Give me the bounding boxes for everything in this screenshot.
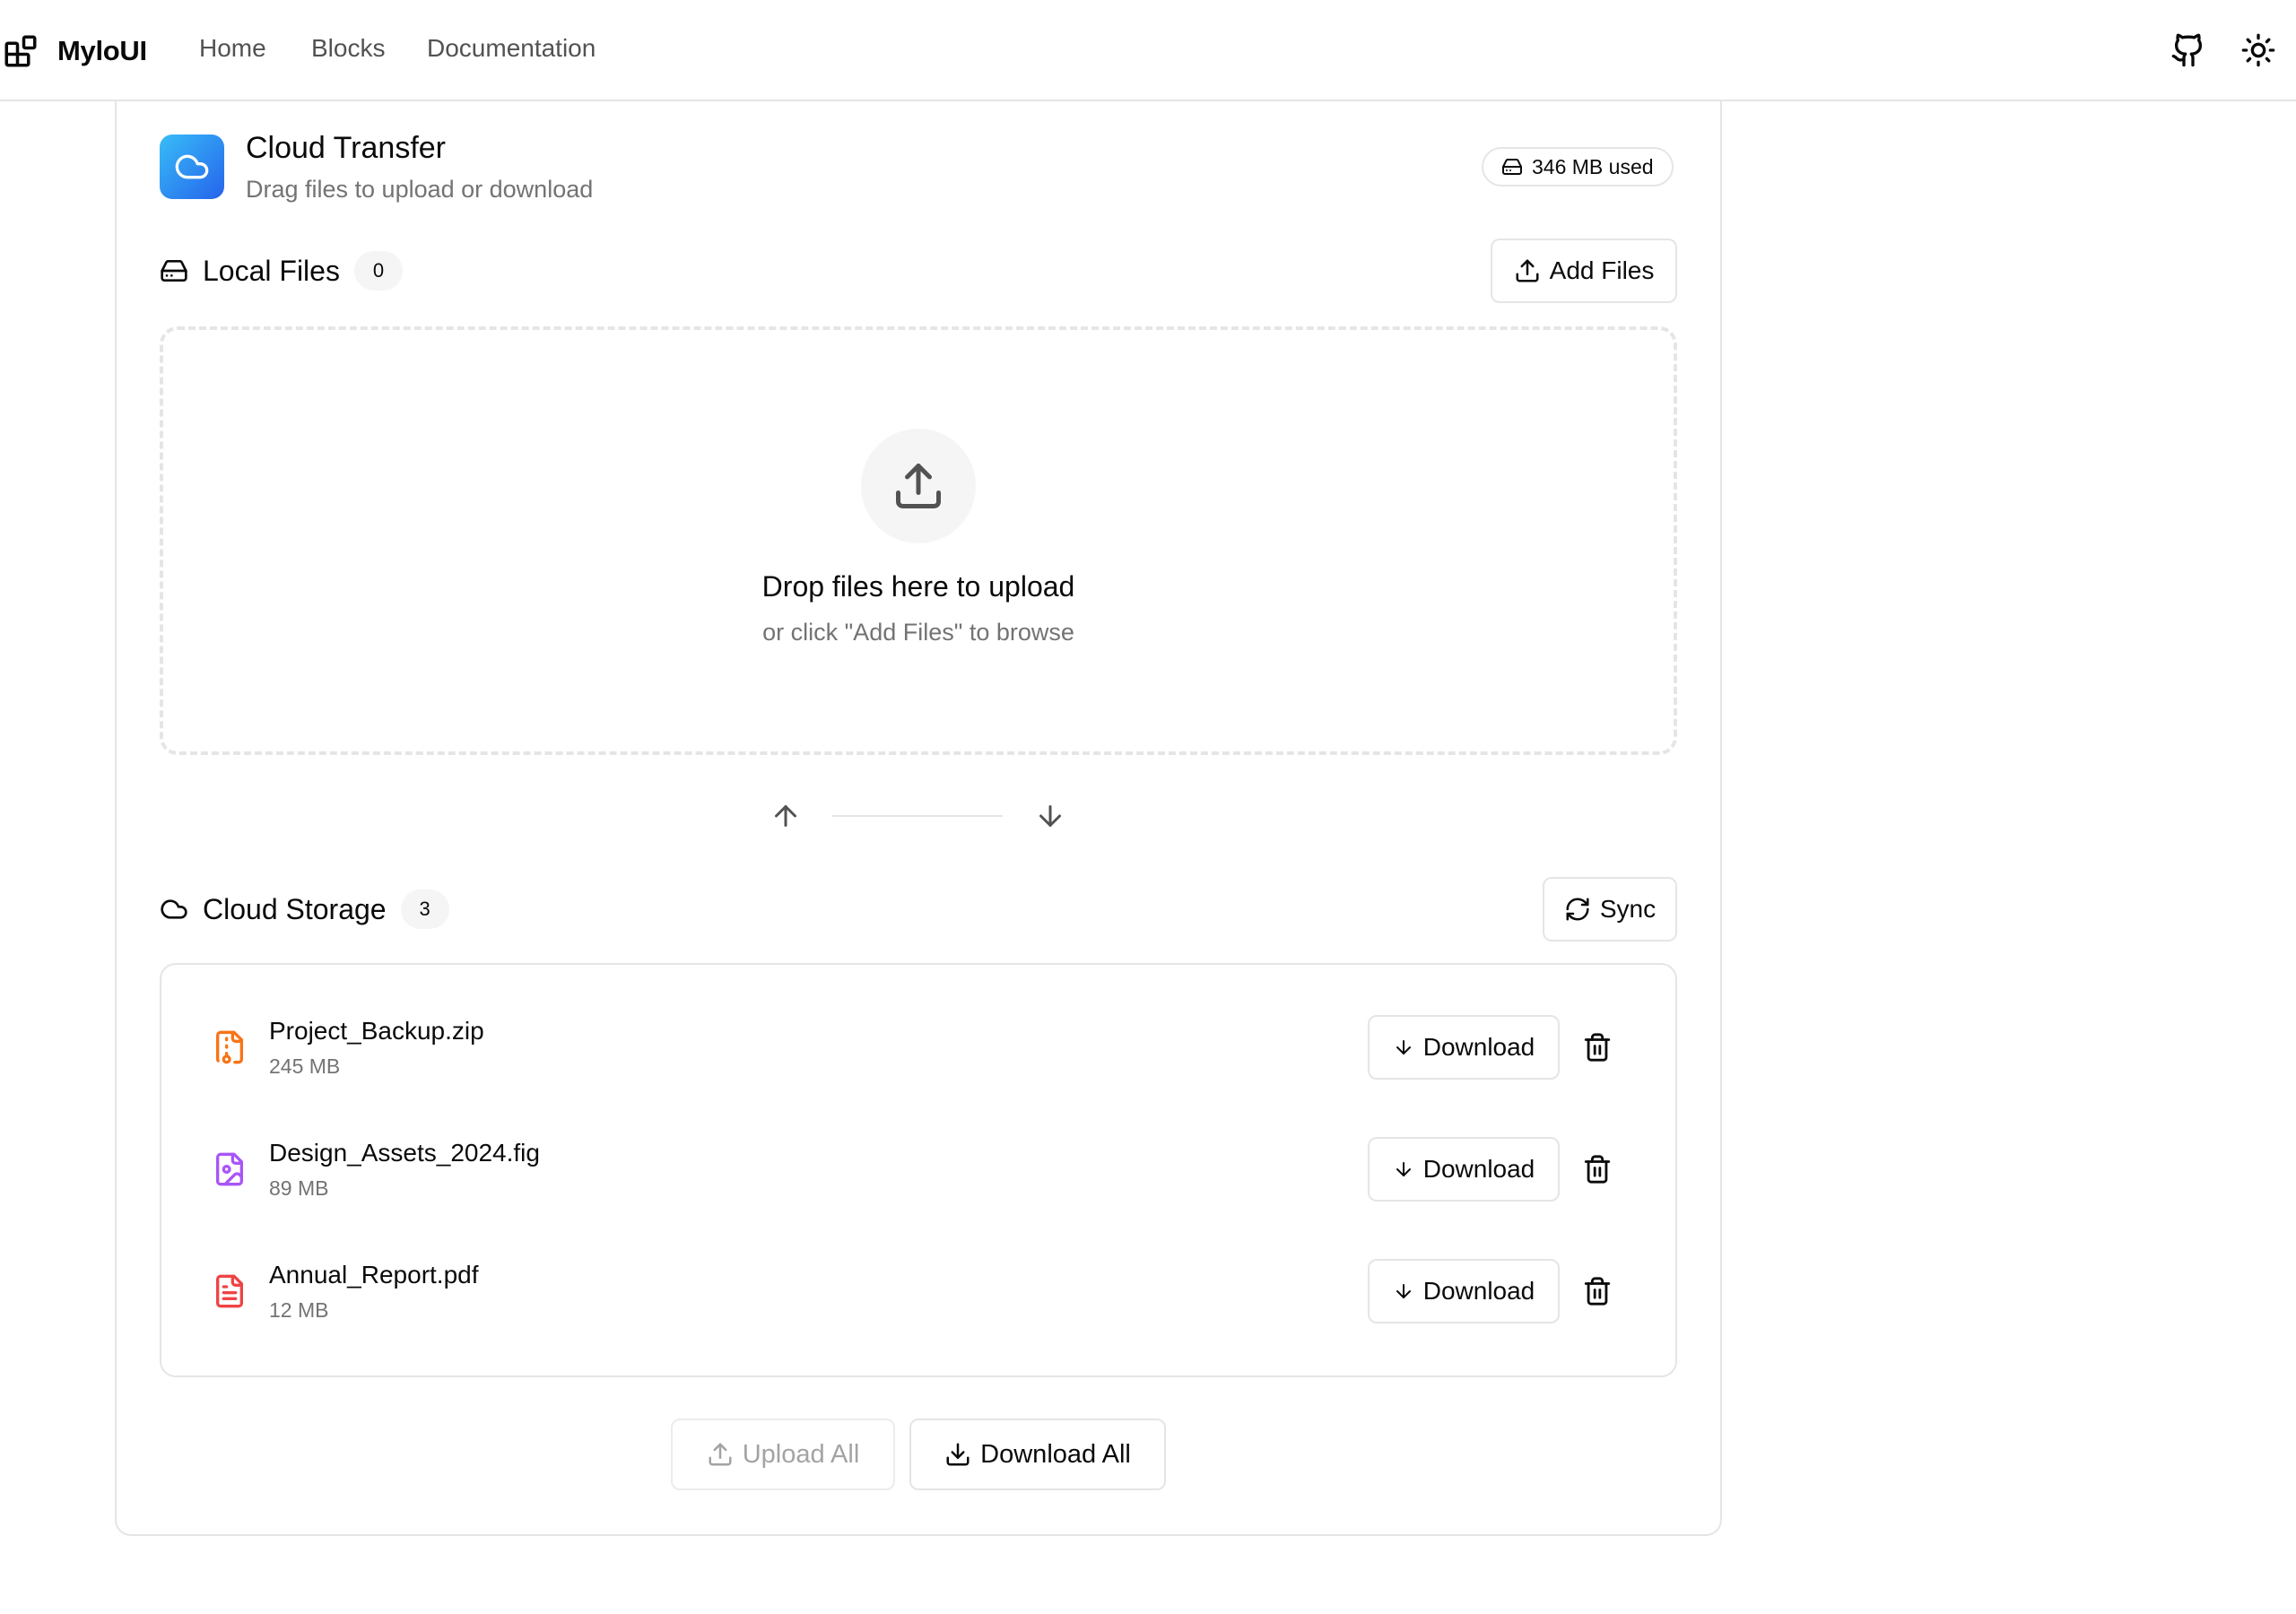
- nav-home[interactable]: Home: [199, 34, 266, 63]
- usage-text: 346 MB used: [1532, 154, 1654, 178]
- app-icon: [160, 134, 224, 199]
- arrow-down-icon: [1396, 1040, 1411, 1054]
- add-files-label: Add Files: [1549, 256, 1655, 284]
- cloud-icon: [161, 899, 187, 919]
- download-icon: [946, 1443, 970, 1466]
- download-label: Download: [1422, 1155, 1535, 1183]
- drop-zone-icon-circle: [861, 429, 976, 543]
- sync-label: Sync: [1599, 895, 1657, 923]
- app-title: Cloud Transfer: [246, 131, 446, 165]
- local-files-count: 0: [353, 251, 403, 291]
- download-all-label: Download All: [980, 1439, 1131, 1469]
- download-button[interactable]: Download: [1368, 1259, 1560, 1323]
- cloud-storage-header: Cloud Storage 3: [160, 889, 449, 929]
- file-size: 12 MB: [269, 1298, 329, 1322]
- blocks-logo-icon: [4, 35, 37, 67]
- cloud-storage-title: Cloud Storage: [203, 892, 387, 925]
- github-icon[interactable]: [2170, 32, 2206, 68]
- nav-documentation[interactable]: Documentation: [427, 34, 596, 63]
- trash-icon[interactable]: [1582, 1276, 1613, 1306]
- download-label: Download: [1422, 1033, 1535, 1061]
- drop-zone-subtitle: or click "Add Files" to browse: [762, 619, 1074, 646]
- local-files-header: Local Files 0: [160, 251, 403, 291]
- download-label: Download: [1422, 1277, 1535, 1305]
- cloud-storage-count: 3: [400, 889, 449, 929]
- file-name: Annual_Report.pdf: [269, 1261, 479, 1289]
- arrow-down-icon: [1396, 1162, 1411, 1176]
- app-subtitle: Drag files to upload or download: [246, 176, 594, 203]
- refresh-icon: [1566, 898, 1589, 921]
- transfer-divider: [832, 815, 1003, 817]
- upload-all-label: Upload All: [742, 1439, 860, 1469]
- file-name: Design_Assets_2024.fig: [269, 1139, 540, 1167]
- arrow-down-icon: [1039, 805, 1061, 827]
- sync-button[interactable]: Sync: [1543, 877, 1677, 941]
- add-files-button[interactable]: Add Files: [1491, 239, 1677, 303]
- file-name: Project_Backup.zip: [269, 1017, 484, 1045]
- file-size: 245 MB: [269, 1054, 341, 1078]
- arrow-down-icon: [1396, 1284, 1411, 1298]
- cloud-icon: [175, 154, 209, 179]
- hard-drive-icon: [161, 260, 187, 282]
- hard-drive-icon: [1502, 159, 1522, 175]
- arrow-up-icon: [775, 805, 796, 827]
- upload-all-button[interactable]: Upload All: [671, 1419, 895, 1490]
- drop-zone-title: Drop files here to upload: [761, 570, 1075, 603]
- file-size: 89 MB: [269, 1176, 329, 1200]
- file-image-icon: [216, 1152, 243, 1186]
- local-files-title: Local Files: [203, 254, 340, 287]
- file-archive-icon: [216, 1030, 243, 1064]
- trash-icon[interactable]: [1582, 1154, 1613, 1184]
- trash-icon[interactable]: [1582, 1032, 1613, 1063]
- upload-icon: [896, 464, 941, 508]
- file-text-icon: [216, 1274, 243, 1308]
- brand-name: MyloUI: [57, 35, 147, 66]
- download-all-button[interactable]: Download All: [909, 1419, 1166, 1490]
- upload-icon: [1516, 259, 1539, 282]
- download-button[interactable]: Download: [1368, 1137, 1560, 1202]
- brand[interactable]: MyloUI: [2, 32, 147, 70]
- upload-icon: [709, 1443, 732, 1466]
- storage-usage-badge: 346 MB used: [1482, 147, 1674, 187]
- nav-blocks[interactable]: Blocks: [311, 34, 385, 63]
- sun-icon[interactable]: [2240, 32, 2276, 68]
- download-button[interactable]: Download: [1368, 1015, 1560, 1080]
- top-nav: MyloUI Home Blocks Documentation: [0, 0, 2296, 101]
